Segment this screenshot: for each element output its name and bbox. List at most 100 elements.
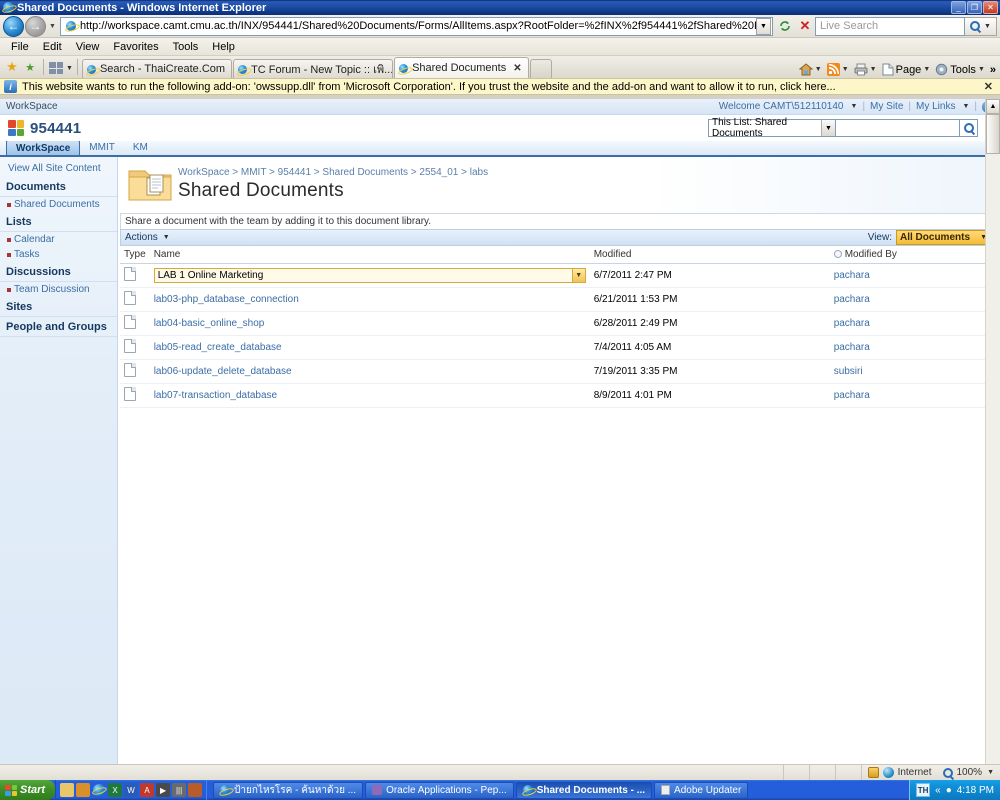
document-name[interactable]: lab06-update_delete_database [154,366,292,377]
info-bar-close-icon[interactable]: ✕ [984,80,996,93]
document-name[interactable]: LAB 1 Online Marketing [158,270,572,281]
menu-edit[interactable]: Edit [36,41,69,53]
search-scope-select[interactable]: This List: Shared Documents ▼ [708,117,836,139]
sharepoint-search-button[interactable] [960,119,978,137]
top-tab-workspace[interactable]: WorkSpace [6,140,81,155]
page-caret-icon[interactable]: ▼ [923,66,930,73]
sidebar-heading-sites[interactable]: Sites [0,297,117,317]
row-modified-by-cell[interactable]: pachara [829,335,996,360]
row-name-cell[interactable]: lab05-read_create_database [149,335,590,360]
view-selector[interactable]: All Documents ▼ [896,230,991,245]
sidebar-item-people-and-groups[interactable]: People and Groups [0,317,117,337]
table-row[interactable]: lab06-update_delete_database 7/19/2011 3… [120,359,996,384]
feeds-caret-icon[interactable]: ▼ [842,66,849,73]
favorites-center-icon[interactable]: ★ [21,57,39,77]
url-dropdown-icon[interactable]: ▼ [756,17,771,35]
actions-menu[interactable]: Actions ▼ [125,232,170,243]
page-menu-button[interactable]: Page ▼ [880,63,933,76]
tray-expand-icon[interactable]: « [935,785,941,796]
internet-explorer-icon[interactable] [92,783,106,797]
row-name-cell[interactable]: lab07-transaction_database [149,383,590,408]
zoom-caret-icon[interactable]: ▼ [987,769,994,776]
top-tab-mmit[interactable]: MMIT [80,140,124,155]
start-button[interactable]: Start [0,780,56,800]
history-dropdown-icon[interactable]: ▼ [49,23,56,30]
equalizer-icon[interactable]: ||| [172,783,187,797]
taskbar-button[interactable]: Oracle Applications - Pep... [365,781,514,799]
column-header-name[interactable]: Name [149,246,590,264]
close-button[interactable]: ✕ [983,1,998,14]
sidebar-item-tasks[interactable]: Tasks [0,247,117,262]
menu-favorites[interactable]: Favorites [106,41,165,53]
row-name-cell[interactable]: lab06-update_delete_database [149,359,590,384]
table-row[interactable]: lab05-read_create_database 7/4/2011 4:05… [120,335,996,360]
column-header-type[interactable]: Type [120,246,150,264]
zoom-control[interactable]: 100% ▼ [937,767,1000,778]
browser-search-input[interactable]: Live Search [815,16,965,36]
excel-icon[interactable]: X [108,783,123,797]
media-player-icon[interactable] [76,783,91,797]
row-modified-by-cell[interactable]: pachara [829,287,996,312]
sidebar-item-shared-documents[interactable]: Shared Documents [0,197,117,212]
row-name-cell[interactable]: lab03-php_database_connection [149,287,590,312]
sidebar-item-team-discussion[interactable]: Team Discussion [0,282,117,297]
search-options-caret-icon[interactable]: ▼ [984,23,991,30]
tab-list-caret-icon[interactable]: ▼ [66,65,73,72]
tab-shared-documents[interactable]: Shared Documents ✕ [394,57,529,78]
document-name[interactable]: lab03-php_database_connection [154,294,299,305]
row-name-cell[interactable]: LAB 1 Online Marketing ▼ [149,263,590,288]
back-button[interactable]: ← [3,15,24,37]
menu-help[interactable]: Help [205,41,242,53]
column-header-modified-by[interactable]: Modified By [829,246,996,264]
app-icon[interactable] [188,783,203,797]
actions-caret-icon[interactable]: ▼ [163,234,170,241]
refresh-icon[interactable] [775,16,795,36]
maximize-button[interactable]: ❐ [967,1,982,14]
tab-thaicreate-search[interactable]: Search - ThaiCreate.Com [81,59,233,78]
sidebar-item-calendar[interactable]: Calendar [0,232,117,247]
item-menu-caret-icon[interactable]: ▼ [571,269,585,282]
row-modified-by-cell[interactable]: pachara [829,383,996,408]
toolbar-overflow-icon[interactable]: » [988,64,998,76]
media-icon[interactable]: ▶ [156,783,171,797]
browser-search-button[interactable]: ▼ [965,16,997,36]
top-tab-km[interactable]: KM [124,140,157,155]
word-icon[interactable]: W [124,783,139,797]
my-site-link[interactable]: My Site [870,101,903,112]
document-name[interactable]: lab04-basic_online_shop [154,318,265,329]
selected-item-box[interactable]: LAB 1 Online Marketing ▼ [153,268,586,283]
stop-icon[interactable]: ✕ [795,16,815,36]
security-zone[interactable]: Internet [862,767,938,778]
menu-view[interactable]: View [69,41,107,53]
row-name-cell[interactable]: lab04-basic_online_shop [149,311,590,336]
clock[interactable]: 4:18 PM [957,785,994,796]
language-indicator[interactable]: TH [916,783,931,797]
page-scrollbar[interactable]: ▲ [985,99,1000,764]
print-button[interactable]: ▼ [852,63,879,76]
print-caret-icon[interactable]: ▼ [870,66,877,73]
quick-tabs-icon[interactable] [48,61,64,75]
my-links-caret-icon[interactable]: ▼ [962,103,969,110]
column-header-modified[interactable]: Modified [589,246,830,264]
tools-menu-button[interactable]: Tools ▼ [933,63,987,76]
sidebar-item-view-all-site-content[interactable]: View All Site Content [0,160,117,177]
forward-button[interactable]: → [25,15,46,37]
scrollbar-thumb[interactable] [986,114,1000,154]
table-row[interactable]: LAB 1 Online Marketing ▼ 6/7/2011 2:47 P… [120,263,996,288]
table-row[interactable]: lab04-basic_online_shop 6/28/2011 2:49 P… [120,311,996,336]
table-row[interactable]: lab03-php_database_connection 6/21/2011 … [120,287,996,312]
addon-info-bar[interactable]: i This website wants to run the followin… [0,78,1000,95]
table-row[interactable]: lab07-transaction_database 8/9/2011 4:01… [120,383,996,408]
row-modified-by-cell[interactable]: subsiri [829,359,996,384]
breadcrumb[interactable]: WorkSpace > MMIT > 954441 > Shared Docum… [178,167,488,178]
row-modified-by-cell[interactable]: pachara [829,311,996,336]
taskbar-button[interactable]: ป้ายกไหรโรค - ค้นหาด้วย ... [213,781,364,799]
home-button[interactable]: ▼ [797,63,824,76]
tab-close-icon[interactable]: ✕ [513,63,521,74]
url-box[interactable]: http://workspace.camt.cmu.ac.th/INX/9544… [59,16,773,36]
url-text[interactable]: http://workspace.camt.cmu.ac.th/INX/9544… [80,20,756,32]
tab-tc-forum[interactable]: TC Forum - New Topic :: เพิ... [233,59,394,78]
show-desktop-icon[interactable] [60,783,75,797]
menu-file[interactable]: File [4,41,36,53]
new-tab-button[interactable] [529,59,552,78]
